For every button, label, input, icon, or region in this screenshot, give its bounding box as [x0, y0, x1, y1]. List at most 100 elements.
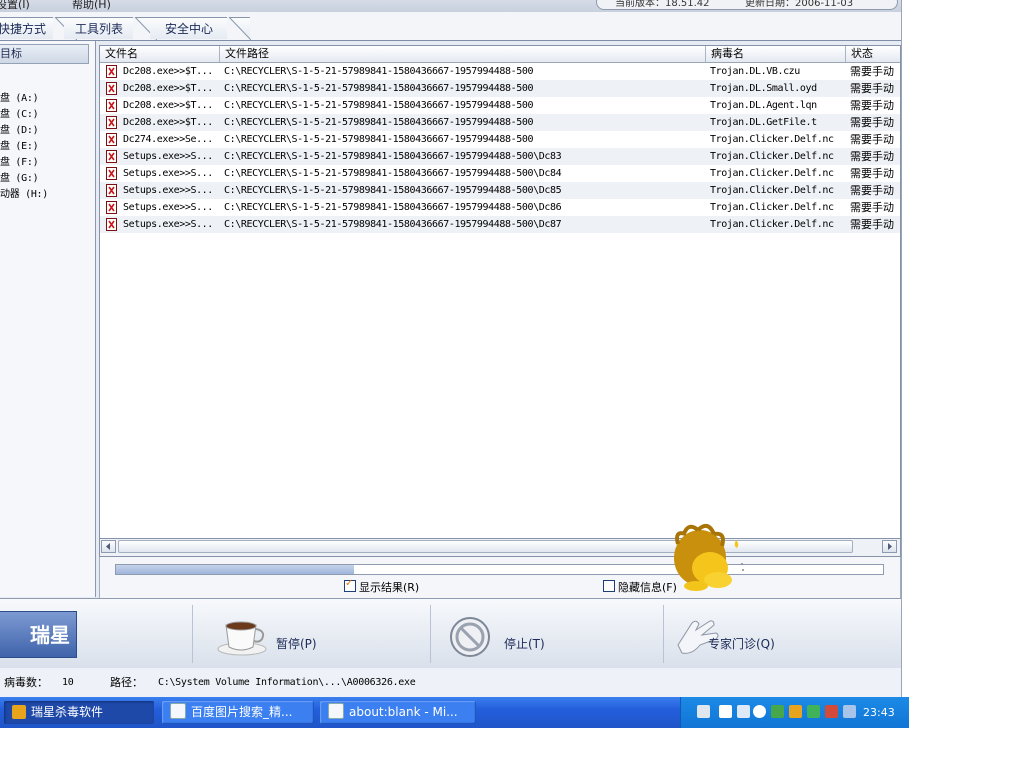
- row-file-path: C:\RECYCLER\S-1-5-21-57989841-1580436667…: [224, 117, 534, 128]
- row-file-name: Setups.exe>>S...: [123, 185, 213, 196]
- drive-g[interactable]: 盘 (G:): [0, 169, 39, 184]
- hide-info-box[interactable]: [603, 580, 615, 592]
- keyboard-icon[interactable]: [697, 705, 710, 718]
- row-file-path: C:\RECYCLER\S-1-5-21-57989841-1580436667…: [224, 134, 534, 145]
- path-label: 路径：: [110, 676, 143, 689]
- table-row[interactable]: Dc208.exe>>$T... C:\RECYCLER\S-1-5-21-579…: [100, 80, 900, 97]
- table-row[interactable]: Setups.exe>>S... C:\RECYCLER\S-1-5-21-579…: [100, 216, 900, 233]
- current-scan-path: C:\System Volume Information\...\A000632…: [158, 677, 416, 688]
- row-file-path: C:\RECYCLER\S-1-5-21-57989841-1580436667…: [224, 219, 562, 230]
- action-toolbar: 瑞星 暂停(P) 停止(T) 专家门诊(Q): [0, 598, 901, 669]
- tab-tool-list[interactable]: 工具列表: [64, 17, 157, 40]
- drive-c[interactable]: 盘 (C:): [0, 105, 39, 120]
- infected-file-icon: [106, 150, 117, 163]
- version-info: 当前版本：18.51.42 更新日期：2006-11-03: [596, 0, 898, 10]
- table-row[interactable]: Setups.exe>>S... C:\RECYCLER\S-1-5-21-579…: [100, 182, 900, 199]
- table-row[interactable]: Setups.exe>>S... C:\RECYCLER\S-1-5-21-579…: [100, 199, 900, 216]
- column-status[interactable]: 状态: [846, 46, 900, 62]
- table-row[interactable]: Setups.exe>>S... C:\RECYCLER\S-1-5-21-579…: [100, 165, 900, 182]
- status-line: 病毒数： 10 路径： C:\System Volume Information…: [0, 668, 901, 697]
- task-about-blank[interactable]: about:blank - Mi...: [320, 701, 476, 724]
- row-file-name: Setups.exe>>S...: [123, 151, 213, 162]
- drive-d[interactable]: 盘 (D:): [0, 121, 39, 136]
- chevron-left-icon[interactable]: [753, 705, 766, 718]
- row-file-name: Setups.exe>>S...: [123, 202, 213, 213]
- table-body: Dc208.exe>>$T... C:\RECYCLER\S-1-5-21-579…: [100, 63, 900, 243]
- task-baidu-image-search[interactable]: 百度图片搜索_精...: [162, 701, 314, 724]
- task-label: 百度图片搜索_精...: [191, 705, 293, 719]
- row-status: 需要手动: [850, 184, 894, 197]
- pause-button[interactable]: 暂停(P): [216, 613, 326, 661]
- pen-icon[interactable]: [719, 705, 732, 718]
- row-virus-name: Trojan.Clicker.Delf.nc: [710, 134, 834, 145]
- virus-count-label: 病毒数：: [4, 676, 48, 689]
- target-header: 目标: [0, 44, 89, 64]
- table-row[interactable]: Dc208.exe>>$T... C:\RECYCLER\S-1-5-21-579…: [100, 114, 900, 131]
- infected-file-icon: [106, 65, 117, 78]
- update-icon[interactable]: [807, 705, 820, 718]
- row-file-name: Setups.exe>>S...: [123, 219, 213, 230]
- row-virus-name: Trojan.DL.GetFile.t: [710, 117, 817, 128]
- drive-h[interactable]: 动器 (H:): [0, 185, 48, 200]
- input-method-icon[interactable]: [737, 705, 750, 718]
- rising-logo: 瑞星: [0, 611, 77, 658]
- task-rising-antivirus[interactable]: 瑞星杀毒软件: [4, 701, 154, 724]
- menu-help[interactable]: 帮助(H): [72, 0, 111, 12]
- menu-settings[interactable]: 设置(I): [0, 0, 30, 12]
- rising-tray-icon[interactable]: [789, 705, 802, 718]
- column-file-name[interactable]: 文件名: [100, 46, 220, 62]
- taskbar: 瑞星杀毒软件 百度图片搜索_精... about:blank - Mi... 2…: [0, 697, 909, 728]
- virus-list-table: 文件名 文件路径 病毒名 状态 Dc208.exe>>$T... C:\RECYC…: [99, 45, 901, 557]
- row-file-path: C:\RECYCLER\S-1-5-21-57989841-1580436667…: [224, 185, 562, 196]
- row-virus-name: Trojan.DL.Small.oyd: [710, 83, 817, 94]
- scan-target-panel: 目标 盘 (A:) 盘 (C:) 盘 (D:) 盘 (E:) 盘 (F:) 盘 …: [0, 41, 96, 597]
- infected-file-icon: [106, 99, 117, 112]
- toolbar-divider: [192, 605, 193, 663]
- monitor-icon[interactable]: [825, 705, 838, 718]
- row-virus-name: Trojan.Clicker.Delf.nc: [710, 151, 834, 162]
- scan-progress-bar: [115, 564, 884, 575]
- row-file-name: Dc208.exe>>$T...: [123, 66, 213, 77]
- row-virus-name: Trojan.Clicker.Delf.nc: [710, 219, 834, 230]
- row-file-path: C:\RECYCLER\S-1-5-21-57989841-1580436667…: [224, 202, 562, 213]
- tab-edge: [227, 17, 251, 40]
- drive-f[interactable]: 盘 (F:): [0, 153, 39, 168]
- table-row[interactable]: Dc208.exe>>$T... C:\RECYCLER\S-1-5-21-579…: [100, 63, 900, 80]
- update-date: 更新日期：2006-11-03: [745, 0, 854, 9]
- tab-security-center[interactable]: 安全中心: [150, 17, 251, 40]
- row-status: 需要手动: [850, 167, 894, 180]
- row-file-name: Setups.exe>>S...: [123, 168, 213, 179]
- drive-e[interactable]: 盘 (E:): [0, 137, 39, 152]
- show-results-box[interactable]: [344, 578, 356, 592]
- column-file-path[interactable]: 文件路径: [220, 46, 706, 62]
- row-virus-name: Trojan.DL.Agent.lqn: [710, 100, 817, 111]
- drive-a[interactable]: 盘 (A:): [0, 89, 39, 104]
- row-file-path: C:\RECYCLER\S-1-5-21-57989841-1580436667…: [224, 151, 562, 162]
- ie-browser-icon: [328, 703, 344, 719]
- show-results-label: 显示结果(R): [359, 581, 420, 594]
- task-label: 瑞星杀毒软件: [31, 705, 104, 719]
- scan-progress-area: 显示结果(R) 隐藏信息(F): [99, 557, 901, 599]
- column-virus-name[interactable]: 病毒名: [706, 46, 846, 62]
- row-status: 需要手动: [850, 133, 894, 146]
- stop-sign-icon: [450, 617, 490, 657]
- coffee-cup-icon: [217, 621, 267, 656]
- scroll-left-arrow[interactable]: [101, 540, 116, 553]
- table-row[interactable]: Dc208.exe>>$T... C:\RECYCLER\S-1-5-21-579…: [100, 97, 900, 114]
- table-row[interactable]: Setups.exe>>S... C:\RECYCLER\S-1-5-21-579…: [100, 148, 900, 165]
- infected-file-icon: [106, 184, 117, 197]
- infected-file-icon: [106, 82, 117, 95]
- speaker-icon[interactable]: [843, 705, 856, 718]
- show-results-checkbox[interactable]: 显示结果(R): [344, 578, 420, 595]
- toolbar-divider: [663, 605, 664, 663]
- scroll-right-arrow[interactable]: [882, 540, 897, 553]
- row-file-name: Dc208.exe>>$T...: [123, 100, 213, 111]
- horizontal-scrollbar[interactable]: [99, 538, 901, 557]
- network-icon[interactable]: [771, 705, 784, 718]
- expert-clinic-button[interactable]: 专家门诊(Q): [672, 613, 802, 661]
- current-version: 当前版本：18.51.42: [615, 0, 710, 9]
- system-tray: 23:43: [680, 697, 909, 728]
- stop-button[interactable]: 停止(T): [448, 613, 558, 661]
- table-row[interactable]: Dc274.exe>>Se... C:\RECYCLER\S-1-5-21-579…: [100, 131, 900, 148]
- row-file-path: C:\RECYCLER\S-1-5-21-57989841-1580436667…: [224, 83, 534, 94]
